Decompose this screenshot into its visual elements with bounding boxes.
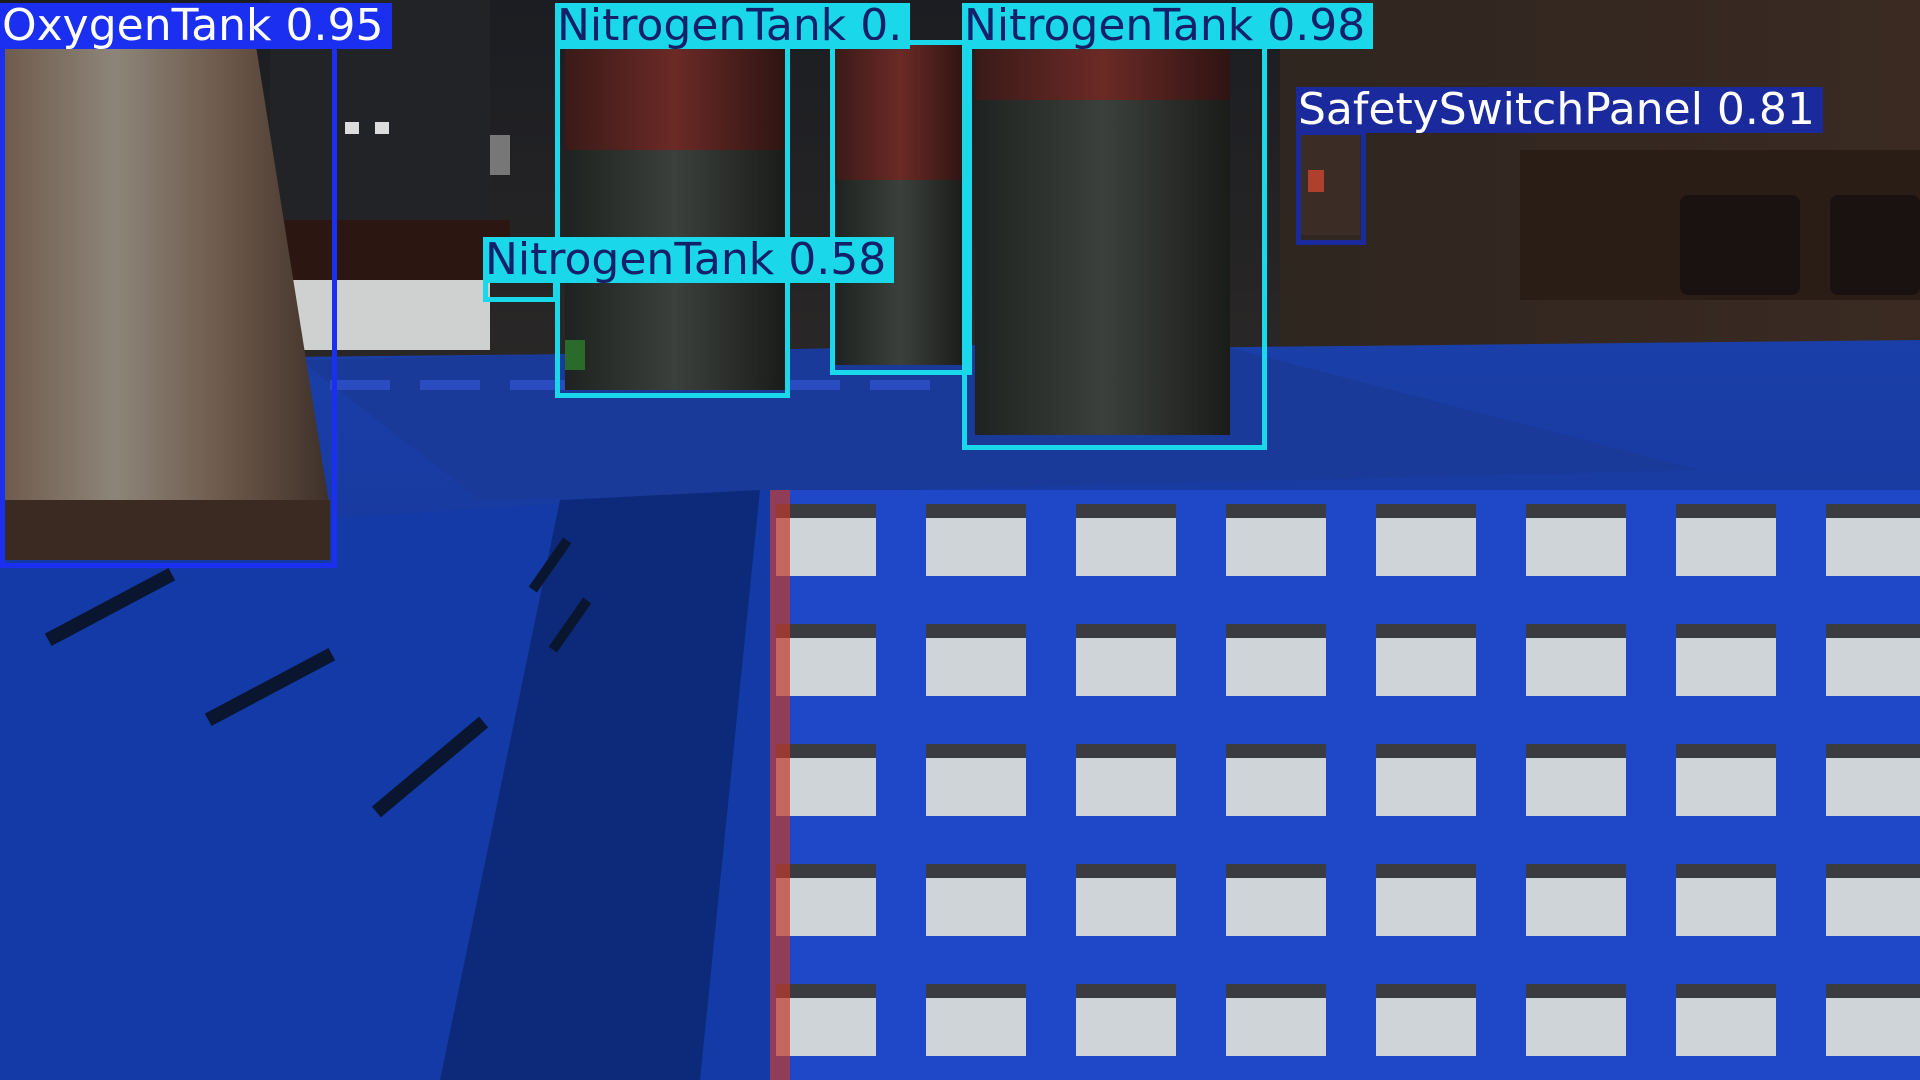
detection-label: NitrogenTank 0.58 — [483, 237, 895, 283]
detection-box-nitrogen-tank — [830, 40, 972, 375]
detection-box-nitrogen-tank: NitrogenTank 0.58 — [483, 237, 895, 302]
detection-box-nitrogen-tank: NitrogenTank 0. — [555, 3, 911, 398]
detection-box-safety-switch-panel: SafetySwitchPanel 0.81 — [1296, 87, 1823, 245]
detection-box-oxygen-tank: OxygenTank 0.95 — [0, 3, 392, 568]
detection-label: OxygenTank 0.95 — [0, 3, 392, 49]
detection-box-nitrogen-tank: NitrogenTank 0.98 — [962, 3, 1374, 450]
detection-label: NitrogenTank 0.98 — [962, 3, 1374, 49]
detection-label: SafetySwitchPanel 0.81 — [1296, 87, 1823, 133]
